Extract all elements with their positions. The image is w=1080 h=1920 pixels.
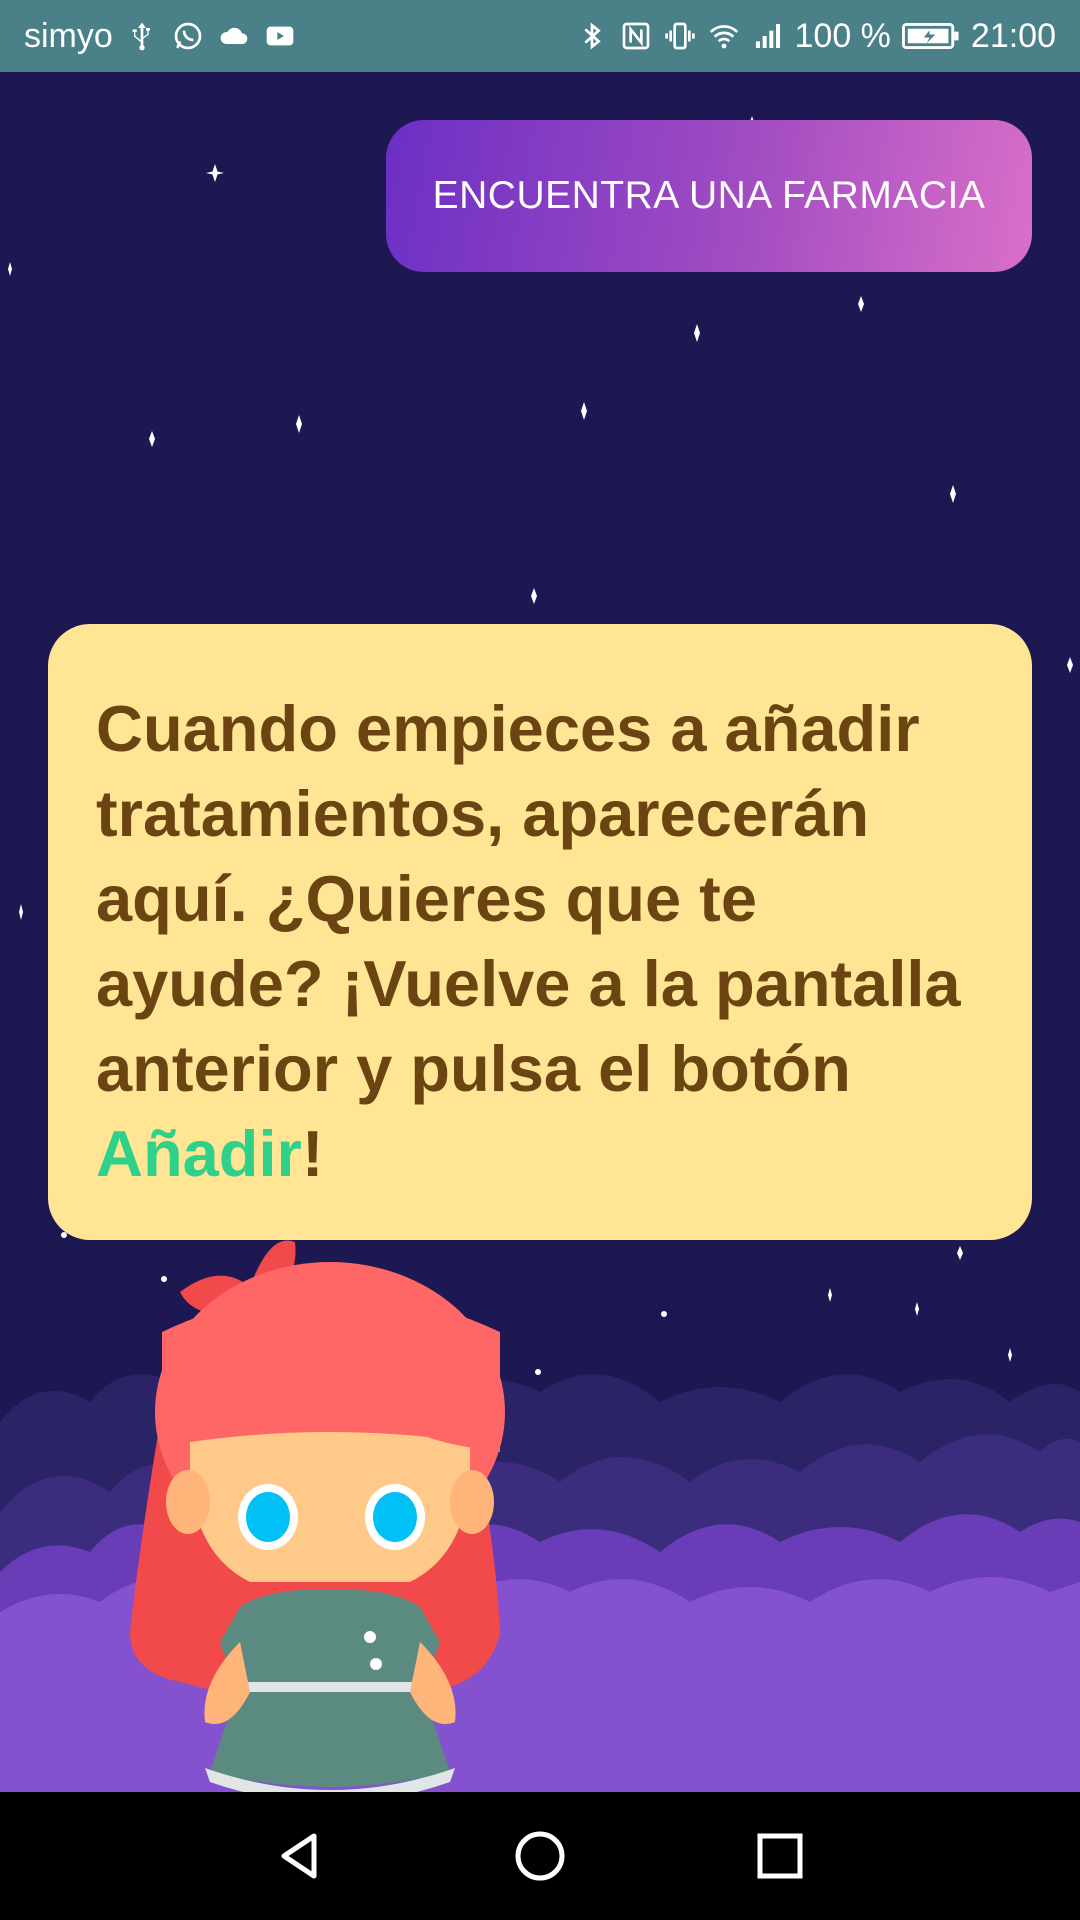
youtube-icon: [263, 19, 297, 53]
battery-percent: 100 %: [794, 16, 891, 55]
recents-icon: [757, 1833, 803, 1879]
find-pharmacy-button[interactable]: ENCUENTRA UNA FARMACIA: [386, 120, 1032, 272]
home-button[interactable]: [495, 1811, 585, 1901]
bluetooth-icon: [575, 19, 609, 53]
message-text: Cuando empieces a añadir tratamientos, a…: [96, 692, 961, 1105]
nfc-icon: [619, 19, 653, 53]
clock: 21:00: [970, 16, 1056, 55]
navigation-bar: [0, 1792, 1080, 1920]
status-right: 100 % 21:00: [575, 16, 1056, 56]
empty-state-message: Cuando empieces a añadir tratamientos, a…: [96, 686, 984, 1196]
carrier-name: simyo: [24, 16, 113, 55]
add-keyword-highlight: Añadir: [96, 1117, 302, 1190]
back-icon: [281, 1833, 317, 1879]
usb-icon: [125, 19, 159, 53]
find-pharmacy-label: ENCUENTRA UNA FARMACIA: [432, 174, 986, 217]
back-button[interactable]: [255, 1811, 345, 1901]
signal-icon: [751, 19, 785, 53]
whatsapp-icon: [171, 19, 205, 53]
vibrate-icon: [663, 19, 697, 53]
status-bar: simyo 100 % 21:00: [0, 0, 1080, 72]
status-left: simyo: [24, 17, 297, 56]
message-suffix: !: [301, 1117, 324, 1190]
mascot-girl-illustration: [130, 1240, 505, 1792]
empty-state-message-card: Cuando empieces a añadir tratamientos, a…: [48, 624, 1032, 1240]
main-scene: ENCUENTRA UNA FARMACIA Cuando empieces a…: [0, 72, 1080, 1792]
home-icon: [515, 1831, 565, 1881]
recents-button[interactable]: [735, 1811, 825, 1901]
battery-icon: [901, 19, 961, 53]
cloud-icon: [217, 19, 251, 53]
wifi-icon: [707, 19, 741, 53]
